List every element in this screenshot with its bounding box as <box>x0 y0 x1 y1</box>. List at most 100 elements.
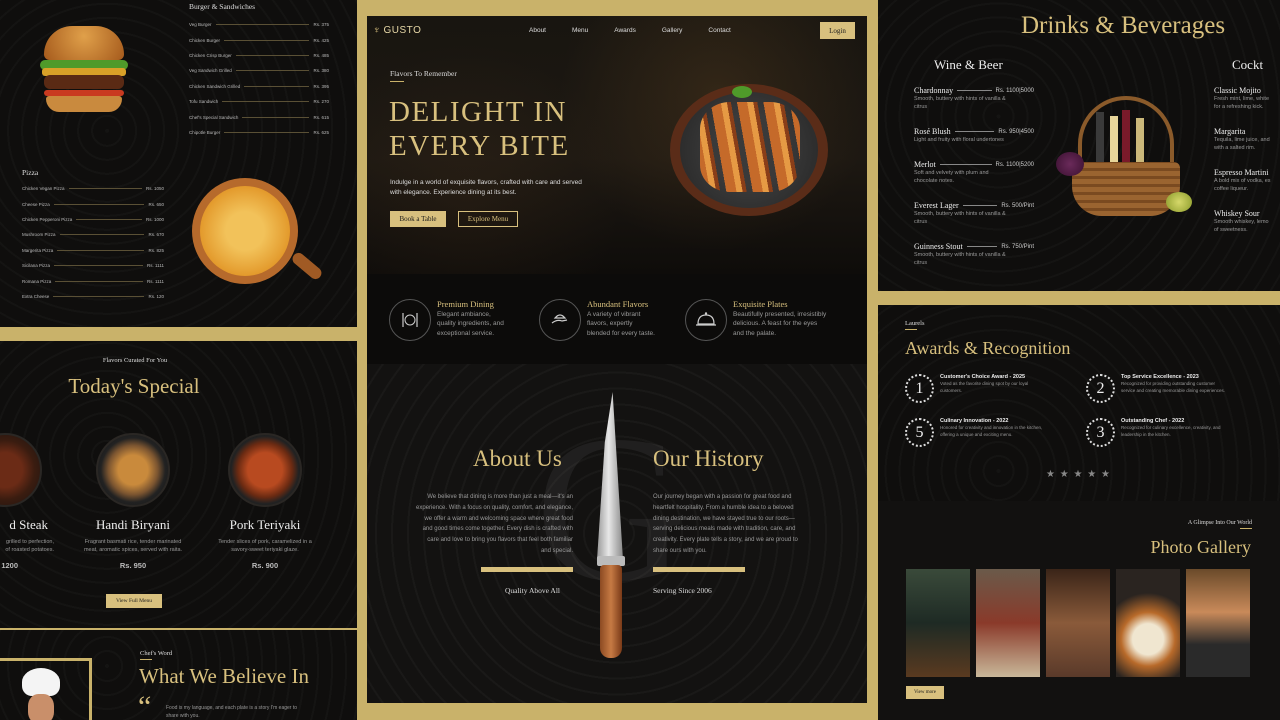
drink-leader <box>939 164 992 165</box>
chef-hat-logo-icon: ♆ <box>373 25 381 36</box>
menu-item-price: Rs. 120 <box>148 293 164 299</box>
drink-desc: Smooth, buttery with hints of vanilla & … <box>914 96 1006 110</box>
drinks-panel: Drinks & Beverages Wine & Beer Cockt Cha… <box>878 0 1280 291</box>
feature-title: Abundant Flavors <box>587 299 649 309</box>
menu-item-leader <box>242 116 310 118</box>
menu-item-leader <box>54 265 143 267</box>
awards-panel: Laurels Awards & Recognition 1 Customer'… <box>878 305 1280 720</box>
menu-item-name: Chef's Special Sandwich <box>189 114 239 120</box>
wine-item: Merlot Rs. 1100|5200 Soft and velvety with… <box>914 160 1034 186</box>
menu-item-leader <box>53 203 145 205</box>
cocktail-item: Margarita Tequila, lime juice, and with a… <box>1214 127 1280 153</box>
wine-basket-image <box>1056 92 1196 222</box>
wine-item: Chardonnay Rs. 1100|5000 Smooth, buttery w… <box>914 86 1034 112</box>
drink-name: Margarita <box>1214 127 1246 136</box>
gallery-eyebrow: A Glimpse Into Our World <box>1187 520 1252 526</box>
menu-item-name: Chicken Pepperoni Pizza <box>22 216 73 222</box>
special-title: Today's Special <box>68 374 200 398</box>
book-table-button[interactable]: Book a Table <box>390 211 446 227</box>
menu-item-price: Rs. 375 <box>313 22 329 28</box>
drink-price: Rs. 750/Pint <box>1001 243 1034 250</box>
award-item: 3 Outstanding Chef - 2022 Recognized for … <box>1086 418 1220 447</box>
history-tagline: Serving Since 2006 <box>653 586 712 595</box>
menu-item-row: Chef's Special Sandwich Rs. 615 <box>189 109 329 124</box>
awards-eyebrow-ornament <box>905 329 917 330</box>
menu-item-price: Rs. 625 <box>313 129 329 135</box>
hero-eyebrow-ornament <box>390 81 404 82</box>
hero-eyebrow: Flavors To Remember <box>390 69 457 78</box>
menu-item-price: Rs. 650 <box>148 201 164 207</box>
drink-desc: Smooth, buttery with hints of vanilla & … <box>914 211 1006 225</box>
gallery-photo-chef[interactable] <box>1186 569 1250 677</box>
drink-desc: Tequila, lime juice, and with a salted r… <box>1214 137 1270 151</box>
menu-item-leader <box>57 249 145 251</box>
pizza-section-title: Pizza <box>22 168 39 177</box>
hero-heading-line2: EVERY BITE <box>389 130 570 162</box>
gallery-photo-kitchen[interactable] <box>1046 569 1110 677</box>
menu-item-name: Sicilana Pizza <box>22 263 51 269</box>
menu-item-name: Chicken Sandwich Grilled <box>189 83 241 89</box>
menu-item-leader <box>53 295 145 297</box>
nav-gallery[interactable]: Gallery <box>662 27 683 34</box>
hero-text: Indulge in a world of exquisite flavors,… <box>390 179 582 197</box>
menu-item-leader <box>55 280 143 282</box>
nav-contact[interactable]: Contact <box>708 27 730 34</box>
gallery-photo-interior[interactable] <box>906 569 970 677</box>
dish-desc: grilled to perfection, of roasted potato… <box>5 539 54 554</box>
gallery-view-more-button[interactable]: View more <box>906 686 944 699</box>
feature-title: Exquisite Plates <box>733 299 788 309</box>
menu-item-name: Margerita Pizza <box>22 247 54 253</box>
menu-item-price: Rs. 425 <box>313 37 329 43</box>
gallery-photo-plated-dish[interactable] <box>1116 569 1180 677</box>
login-button[interactable]: Login <box>820 22 855 39</box>
feature-text: A variety of vibrant flavors, expertly b… <box>587 311 655 337</box>
eyebrow-ornament <box>140 659 152 660</box>
dish-price: Rs. 900 <box>251 560 279 570</box>
menu-item-row: Chicken Sandwich Grilled Rs. 395 <box>189 79 329 94</box>
wine-section-title: Wine & Beer <box>934 57 1003 72</box>
wine-item: Everest Lager Rs. 500/Pint Smooth, buttery… <box>914 201 1034 227</box>
drink-name: Everest Lager <box>914 201 959 210</box>
menu-item-name: Tofu Sandwich <box>189 99 219 105</box>
drink-desc: Soft and velvety with plum and chocolate… <box>914 170 989 184</box>
menu-item-name: Veg Sandwich Grilled <box>189 68 232 74</box>
todays-special-panel: Flavors Curated For You Today's Special … <box>0 341 357 628</box>
drink-name: Rosé Blush <box>914 127 951 136</box>
drink-desc: Smooth whiskey, lemo of sweetness. <box>1214 219 1269 233</box>
menu-item-price: Rs. 270 <box>313 99 329 105</box>
brand-logo[interactable]: ♆ GUSTO <box>373 25 421 36</box>
drink-leader <box>954 131 995 132</box>
award-text: Recognized for providing outstanding cus… <box>1121 381 1226 393</box>
drink-price: Rs. 1100|5000 <box>995 87 1034 94</box>
laurel-badge-icon: 3 <box>1086 418 1115 447</box>
menu-item-row: Cheese Pizza Rs. 650 <box>22 196 164 211</box>
menu-item-price: Rs. 380 <box>313 68 329 74</box>
believe-quote: Food is my language, and each plate is a… <box>166 705 298 719</box>
rating-stars: ★ ★ ★ ★ ★ <box>1046 469 1111 480</box>
dish-desc: Fragrant basmati rice, tender marinated … <box>83 539 183 554</box>
skewer-plate-image <box>670 72 830 232</box>
feature-exquisite-plates: Exquisite Plates Beautifully presented, … <box>685 299 826 341</box>
dish-price: 1200 <box>1 560 18 570</box>
nav-awards[interactable]: Awards <box>614 27 636 34</box>
menu-item-name: Mushroom Pizza <box>22 232 56 238</box>
drink-desc: A bold mix of vodka, es coffee liqueur. <box>1214 178 1271 192</box>
menu-item-leader <box>222 101 310 103</box>
award-text: Recognized for culinary excellence, crea… <box>1121 425 1221 437</box>
explore-menu-button[interactable]: Explore Menu <box>458 211 518 227</box>
burger-section-title: Burger & Sandwiches <box>189 2 256 11</box>
drink-leader <box>966 246 998 247</box>
nav-about[interactable]: About <box>529 27 546 34</box>
menu-item-row: Tofu Sandwich Rs. 270 <box>189 94 329 109</box>
drink-desc: Light and fruity with floral undertones <box>914 137 1004 143</box>
menu-item-price: Rs. 670 <box>148 232 164 238</box>
gallery-photo-wine-toast[interactable] <box>976 569 1040 677</box>
laurel-badge-icon: 1 <box>905 374 934 403</box>
feature-premium-dining: Premium Dining Elegant ambiance, quality… <box>389 299 504 341</box>
cocktail-item: Espresso Martini A bold mix of vodka, es … <box>1214 168 1280 194</box>
award-title: Culinary Innovation - 2022 <box>940 418 1009 424</box>
nav-menu[interactable]: Menu <box>572 27 588 34</box>
menu-item-price: Rs. 1111 <box>146 278 164 284</box>
view-full-menu-button[interactable]: View Full Menu <box>106 594 162 608</box>
special-eyebrow: Flavors Curated For You <box>102 357 168 364</box>
